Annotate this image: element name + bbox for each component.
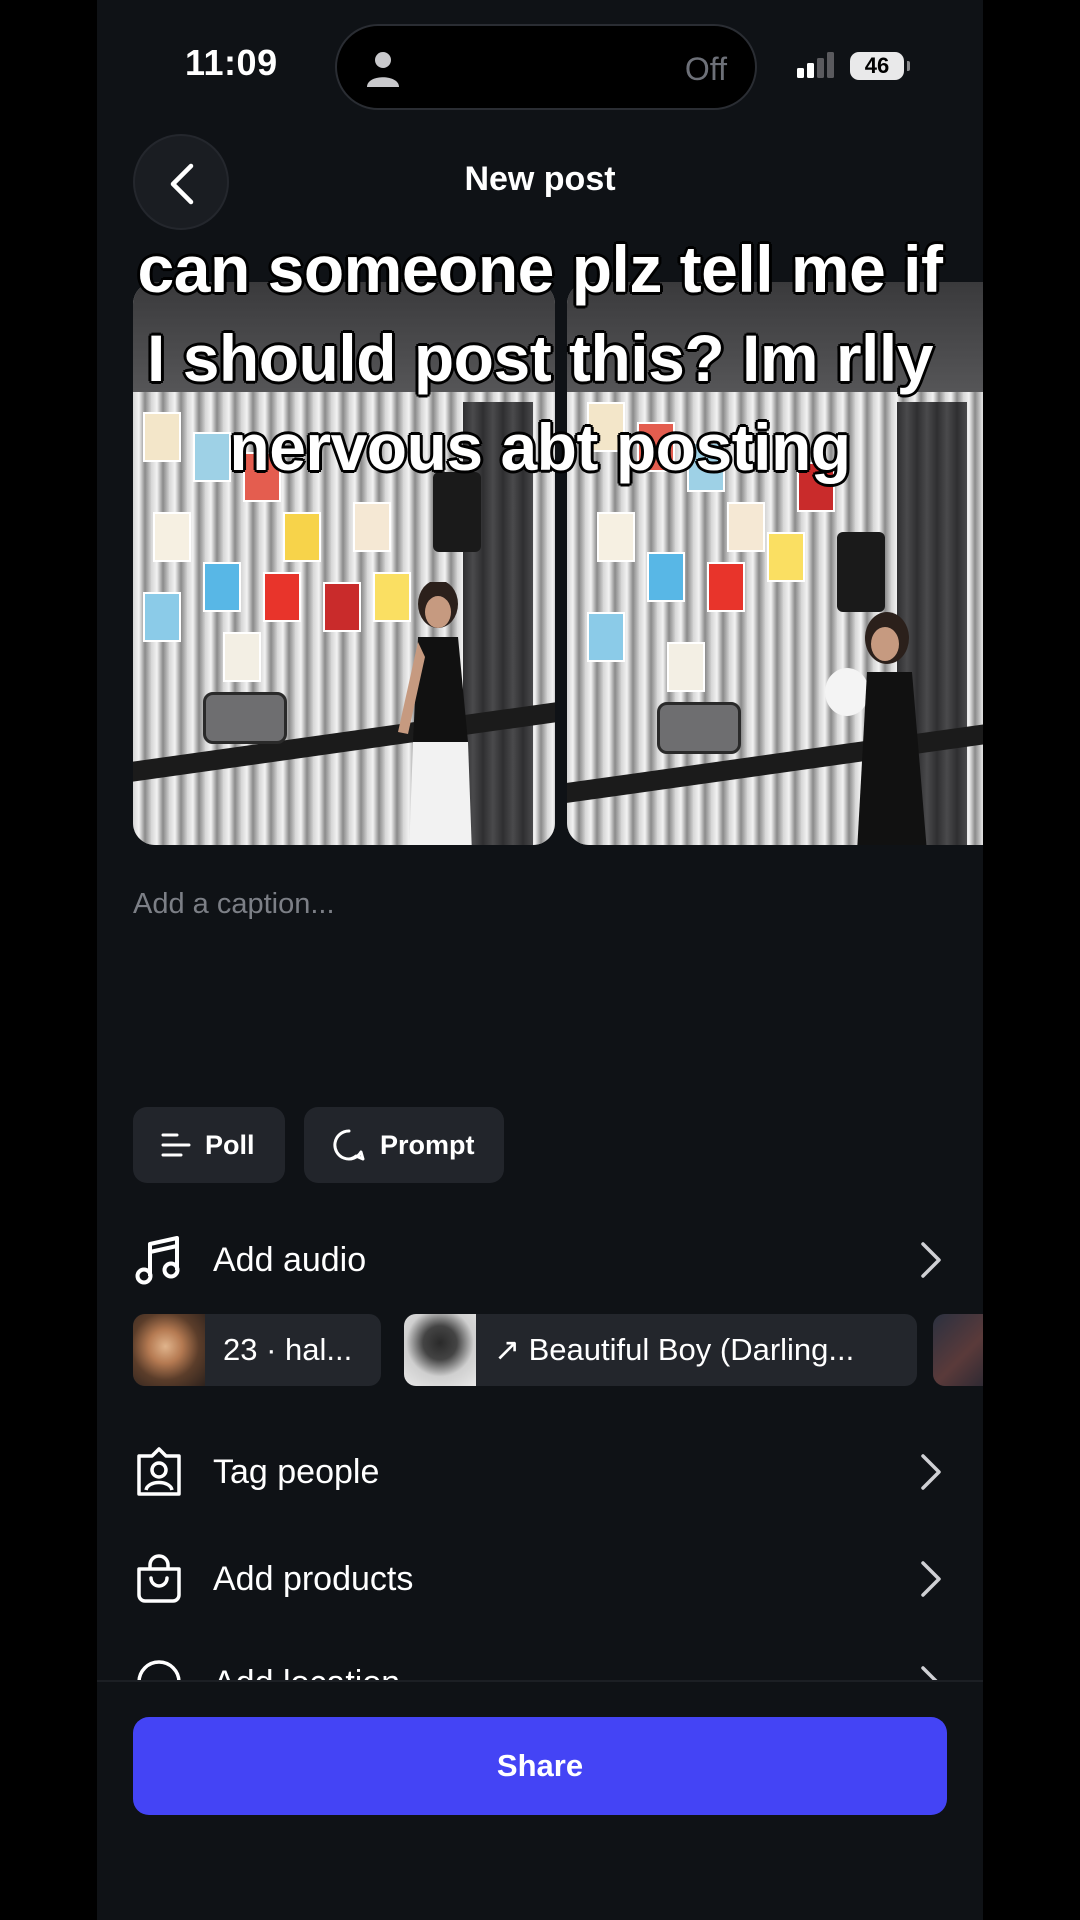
prompt-icon	[333, 1129, 365, 1161]
add-audio-row[interactable]: Add audio	[133, 1225, 943, 1295]
screen: 11:09 Off 46 New post can someone plz te…	[97, 0, 983, 1920]
battery-indicator: 46	[850, 52, 910, 80]
tag-person-icon	[137, 1447, 181, 1496]
prompt-label: Prompt	[380, 1129, 475, 1160]
overlay-line-2: I should post this? Im rlly	[147, 321, 933, 395]
shopping-bag-icon	[137, 1554, 181, 1603]
status-time: 11:09	[185, 42, 278, 83]
poll-icon	[161, 1133, 191, 1157]
add-products-label: Add products	[213, 1559, 414, 1598]
signal-icon	[797, 52, 834, 78]
prompt-button[interactable]: Prompt	[304, 1107, 504, 1183]
chevron-right-icon	[921, 1242, 941, 1278]
audio-suggestion-1[interactable]: 23 · hal...	[133, 1314, 381, 1386]
audio-title: ↗ Beautiful Boy (Darling...	[494, 1332, 855, 1367]
audio-suggestion-3[interactable]	[933, 1314, 983, 1386]
dynamic-island: Off	[335, 24, 757, 110]
overlay-line-1: can someone plz tell me if	[137, 232, 943, 306]
tag-people-label: Tag people	[213, 1452, 380, 1491]
poll-button[interactable]: Poll	[133, 1107, 285, 1183]
tag-people-row[interactable]: Tag people	[133, 1437, 943, 1507]
audio-title: 23 · hal...	[223, 1332, 353, 1367]
add-location-row[interactable]: Add location	[133, 1650, 943, 1682]
add-audio-label: Add audio	[213, 1240, 367, 1279]
share-button[interactable]: Share	[133, 1717, 947, 1815]
caption-input[interactable]: Add a caption...	[133, 888, 335, 921]
audio-thumbnail	[404, 1314, 476, 1386]
focus-status: Off	[684, 51, 727, 87]
chevron-right-icon	[921, 1561, 941, 1597]
person-icon	[367, 52, 399, 87]
page-title: New post	[464, 160, 616, 198]
location-icon	[137, 1660, 181, 1682]
music-note-icon	[135, 1236, 180, 1285]
overlay-line-3: nervous abt posting	[229, 410, 851, 484]
poll-label: Poll	[205, 1129, 255, 1160]
overlay-text: can someone plz tell me if I should post…	[97, 225, 983, 492]
audio-suggestion-2[interactable]: ↗ Beautiful Boy (Darling...	[404, 1314, 917, 1386]
audio-thumbnail	[933, 1314, 983, 1386]
add-products-row[interactable]: Add products	[133, 1544, 943, 1614]
chevron-right-icon	[921, 1454, 941, 1490]
share-label: Share	[496, 1748, 584, 1783]
audio-thumbnail	[133, 1314, 205, 1386]
